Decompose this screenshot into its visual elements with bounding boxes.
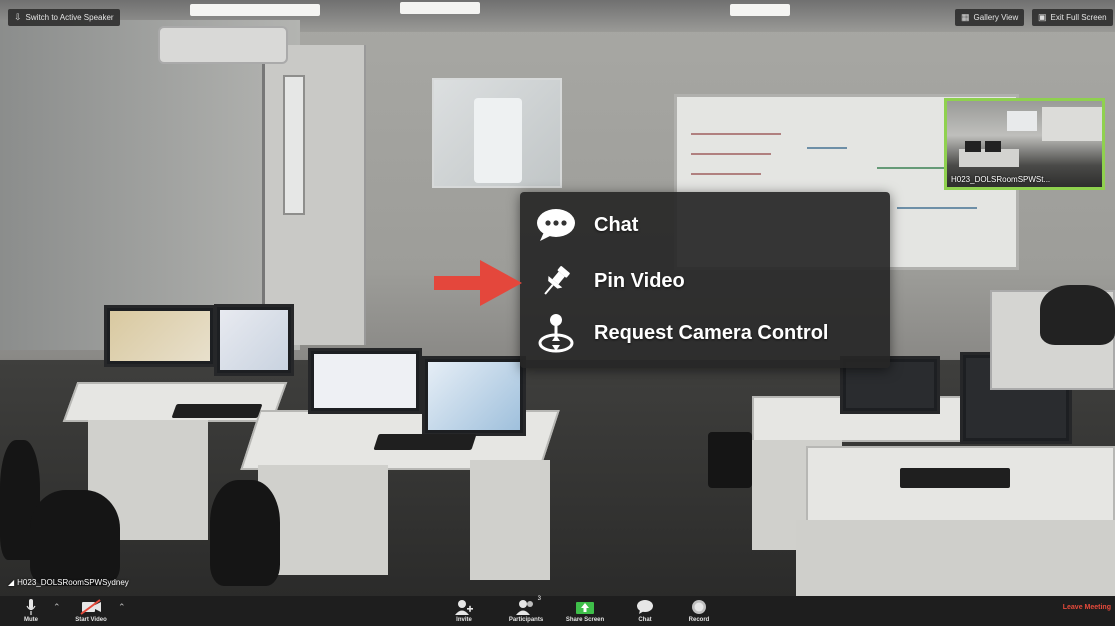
bag: [1040, 285, 1115, 345]
ceiling-light: [190, 4, 320, 16]
keyboard: [900, 468, 1010, 488]
start-video-button[interactable]: Start Video: [66, 596, 116, 626]
record-label: Record: [688, 617, 710, 623]
invite-label: Invite: [456, 617, 472, 623]
pin-icon: [534, 261, 578, 301]
signal-icon: ◢: [8, 578, 15, 587]
keyboard: [171, 404, 263, 418]
record-button[interactable]: Record: [684, 596, 714, 626]
monitor: [214, 304, 294, 376]
menu-item-chat-label: Chat: [594, 213, 639, 236]
switch-active-speaker-label: Switch to Active Speaker: [25, 13, 114, 22]
video-off-icon: [80, 598, 102, 616]
monitor: [308, 348, 422, 414]
share-screen-label: Share Screen: [565, 617, 605, 623]
menu-item-request-camera-control-label: Request Camera Control: [594, 321, 829, 344]
chat-icon: [636, 598, 654, 616]
share-screen-button[interactable]: Share Screen: [560, 596, 610, 626]
add-person-icon: [455, 598, 473, 616]
invite-button[interactable]: Invite: [452, 596, 476, 626]
participants-label: Participants: [508, 617, 544, 623]
leave-meeting-button[interactable]: Leave Meeting: [1063, 604, 1111, 611]
exit-full-screen-button[interactable]: ▣ Exit Full Screen: [1032, 9, 1113, 26]
participants-icon: 3: [515, 596, 541, 616]
left-wall: [0, 20, 300, 350]
share-screen-icon: [575, 598, 595, 616]
exit-fullscreen-icon: ▣: [1038, 12, 1047, 22]
chat-bubble-icon: [534, 205, 578, 245]
active-speaker-name: ◢ H023_DOLSRoomSPWSydney: [8, 578, 129, 587]
mute-label: Mute: [24, 617, 38, 623]
audio-options-caret-icon[interactable]: ⌃: [53, 602, 61, 613]
mute-button[interactable]: Mute: [16, 596, 46, 626]
menu-item-request-camera-control[interactable]: Request Camera Control: [520, 308, 890, 358]
monitor: [104, 305, 216, 367]
exit-full-screen-label: Exit Full Screen: [1050, 13, 1107, 22]
menu-item-pin-video[interactable]: Pin Video: [520, 256, 890, 306]
switch-active-speaker-button[interactable]: ⇩ Switch to Active Speaker: [8, 9, 120, 26]
gallery-grid-icon: ▦: [961, 12, 970, 22]
keyboard: [373, 434, 477, 450]
camera-control-icon: [534, 313, 578, 353]
start-video-label: Start Video: [75, 617, 107, 623]
chat-button[interactable]: Chat: [630, 596, 660, 626]
chair: [210, 480, 280, 586]
record-icon: [691, 598, 707, 616]
video-context-menu: Chat Pin Video Request Camera Control: [520, 192, 890, 368]
gallery-view-label: Gallery View: [973, 13, 1019, 22]
speaker-switch-icon: ⇩: [14, 12, 22, 22]
monitor: [422, 356, 526, 436]
red-arrow-icon: [434, 260, 522, 306]
microphone-icon: [26, 598, 36, 616]
meeting-toolbar: Mute ⌃ Start Video ⌃ Invite 3 Participan…: [0, 596, 1115, 626]
desk-side: [470, 460, 550, 580]
participants-button[interactable]: 3 Participants: [504, 596, 548, 626]
self-view-thumbnail[interactable]: H023_DOLSRoomSPWSt...: [944, 98, 1105, 190]
menu-item-chat[interactable]: Chat: [520, 200, 890, 250]
gallery-view-button[interactable]: ▦ Gallery View: [955, 9, 1025, 26]
speaker-name-text: H023_DOLSRoomSPWSydney: [17, 578, 129, 587]
ceiling-light: [400, 2, 480, 14]
menu-item-pin-video-label: Pin Video: [594, 269, 685, 292]
participants-count: 3: [537, 596, 541, 602]
wall-projection: [432, 78, 562, 188]
chair: [30, 490, 120, 586]
door: [262, 45, 366, 345]
bin: [708, 432, 752, 488]
ceiling-light: [730, 4, 790, 16]
self-view-name: H023_DOLSRoomSPWSt...: [951, 175, 1051, 184]
zoom-meeting-window: ⇩ Switch to Active Speaker ▦ Gallery Vie…: [0, 0, 1115, 626]
video-options-caret-icon[interactable]: ⌃: [118, 602, 126, 613]
projector: [158, 26, 288, 64]
chat-label: Chat: [638, 617, 652, 623]
desk-side: [796, 520, 1115, 596]
